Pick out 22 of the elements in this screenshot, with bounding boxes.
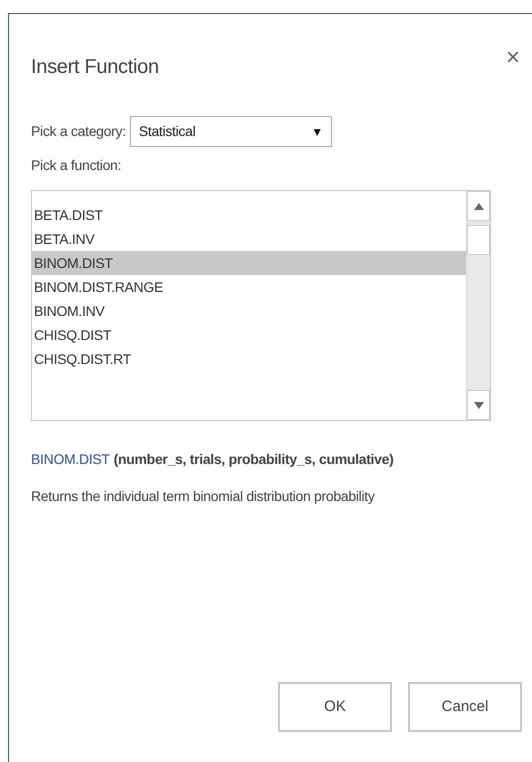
function-label: Pick a function:: [31, 156, 122, 175]
function-item[interactable]: BETA.DIST: [32, 203, 466, 227]
function-name: BINOM.DIST: [31, 450, 110, 469]
function-item[interactable]: BINOM.DIST: [32, 251, 466, 275]
scroll-thumb[interactable]: [467, 225, 490, 255]
function-item[interactable]: CHISQ.DIST: [32, 323, 466, 347]
function-list[interactable]: BETA.DIST BETA.INV BINOM.DIST BINOM.DIST.RANGE BINOM.INV CHISQ.DIST CHISQ.DIST.RT: [31, 190, 491, 421]
function-item[interactable]: BETA.INV: [32, 227, 466, 251]
function-description: Returns the individual term binomial distribution probability: [31, 487, 375, 506]
function-item[interactable]: CHISQ.DIST.RT: [32, 347, 466, 371]
function-item[interactable]: BINOM.INV: [32, 299, 466, 323]
close-button[interactable]: ×: [504, 46, 522, 70]
ok-button[interactable]: OK: [278, 682, 392, 732]
category-dropdown[interactable]: Statistical ▼: [130, 116, 332, 147]
function-arguments: (number_s, trials, probability_s, cumulative): [114, 450, 394, 469]
function-item[interactable]: BINOM.DIST.RANGE: [32, 275, 466, 299]
dialog-title: Insert Function: [31, 55, 159, 80]
category-label: Pick a category:: [31, 122, 126, 141]
scrollbar[interactable]: [466, 191, 490, 420]
scroll-down-icon[interactable]: [467, 390, 490, 420]
scroll-up-icon[interactable]: [467, 191, 490, 221]
cancel-button[interactable]: Cancel: [408, 682, 522, 732]
